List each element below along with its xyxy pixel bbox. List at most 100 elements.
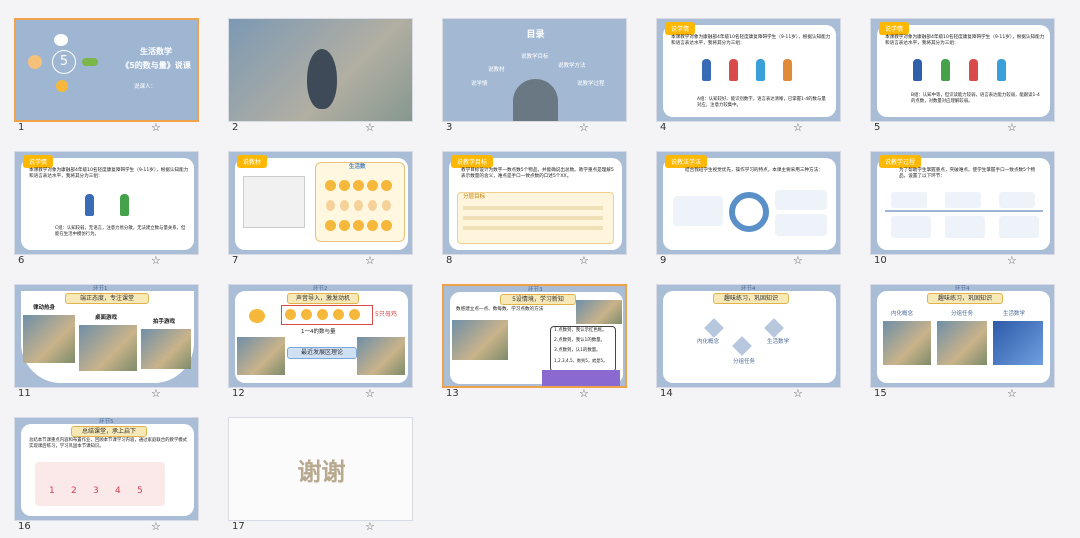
- slide-text: 本课教学对象为康融部4年级10名轻度康复障碍学生（9-11岁），根据认知能力和语…: [671, 35, 831, 46]
- step-title: 声音导入，激发动机: [287, 293, 359, 304]
- star-icon[interactable]: ☆: [365, 121, 375, 134]
- step-line: 1.点数到，我认示红色框。: [554, 328, 607, 333]
- star-icon[interactable]: ☆: [1007, 121, 1017, 134]
- slide-note: A组：认知较好、能识别数字，语言表达清晰，已掌握1-4的数与量对应，注意力较集中…: [697, 97, 826, 108]
- slide-title: 生活数学: [140, 47, 172, 56]
- step-tab: 环节2: [313, 286, 328, 292]
- slide-thumbnail-1[interactable]: 5 生活数学 《5的数与量》说课 说课人： 1 ☆: [14, 18, 199, 136]
- photo-cutout: [307, 49, 337, 109]
- hen-icon: [54, 34, 68, 46]
- step-line: 1,2,3,4,5，数到5，就是5。: [554, 358, 608, 363]
- slide-number: 12: [232, 388, 245, 399]
- slide-thumbnail-16[interactable]: 环节5 总结课堂，承上启下 总结本节课重点内容和布置作业，回顾本节课学习内容，通…: [14, 417, 199, 535]
- star-icon[interactable]: ☆: [1007, 254, 1017, 267]
- star-icon[interactable]: ☆: [579, 121, 589, 134]
- slide-thumbnail-5[interactable]: 说学情 本课教学对象为康融部4年级10名轻度康复障碍学生（9-11岁），根据认知…: [870, 18, 1055, 136]
- section-tag: 说教法学法: [665, 155, 708, 168]
- step-box: [999, 216, 1039, 238]
- egg-icon: [28, 55, 42, 69]
- diagram-label: 分组任务: [733, 359, 756, 365]
- student-figure: [997, 59, 1006, 81]
- photo-label: 桌面游戏: [95, 315, 118, 321]
- star-icon[interactable]: ☆: [365, 254, 375, 267]
- chick-icon: [56, 80, 68, 92]
- slide-thumbnail-6[interactable]: 说学情 本课教学对象为康融部4年级10名轻度康复障碍学生（9-11岁），根据认知…: [14, 151, 199, 269]
- number-digit: 5: [137, 486, 143, 496]
- slide-preview: 说学情 本课教学对象为康融部4年级10名轻度康复障碍学生（9-11岁），根据认知…: [14, 151, 199, 255]
- slide-note: C组：认知较弱，无语言，注意力易分散，无法建立数与量关系，但能在生活中模仿行为。: [55, 226, 186, 237]
- chick-icon: [285, 309, 296, 320]
- step-tab: 环节4: [741, 286, 756, 292]
- star-icon[interactable]: ☆: [579, 254, 589, 267]
- toc-item: 说学情: [471, 81, 488, 87]
- step-title: 趣味练习，巩固知识: [927, 293, 1003, 304]
- student-figure: [783, 59, 792, 81]
- column-label: 生活数学: [1003, 311, 1026, 317]
- slide-thumbnail-2[interactable]: 2 ☆: [228, 18, 413, 136]
- content-card: [663, 291, 836, 383]
- star-icon[interactable]: ☆: [151, 520, 161, 533]
- classroom-photo: [357, 337, 405, 375]
- toc-item: 说教学方法: [558, 63, 586, 69]
- goal-line: [463, 216, 603, 220]
- star-icon[interactable]: ☆: [793, 121, 803, 134]
- classroom-photo: [452, 320, 508, 360]
- star-icon[interactable]: ☆: [365, 387, 375, 400]
- star-icon[interactable]: ☆: [365, 520, 375, 533]
- slide-thumbnail-3[interactable]: 目录 说教学目标 说教学方法 说教材 说教学过程 说学情 3 ☆: [442, 18, 627, 136]
- slide-thumbnail-13[interactable]: 环节3 5设情境，学习新知 数感建立点一点、数每数、学习点数的方法 1.点数到，…: [442, 284, 627, 402]
- slide-thumbnail-10[interactable]: 说教学过程 为了帮助学生掌握重点，突破难点，使学生掌握手口一致点数5个物品，设置…: [870, 151, 1055, 269]
- egg-icon: [340, 200, 349, 211]
- student-figure: [913, 59, 922, 81]
- slide-subtitle: 《5的数与量》说课: [121, 61, 191, 70]
- slide-number: 5: [874, 122, 881, 133]
- slide-thumbnail-14[interactable]: 环节4 趣味练习，巩固知识 内化概念 生活数学 分组任务 14 ☆: [656, 284, 841, 402]
- classroom-photo: [23, 315, 75, 363]
- egg-icon: [382, 200, 391, 211]
- slide-thumbnail-8[interactable]: 说教学目标 教学目标设计为数字一数点数5个物品，并能确说出总数。教学重点是理解5…: [442, 151, 627, 269]
- chick-icon: [381, 180, 392, 191]
- slide-preview: 说教学过程 为了帮助学生掌握重点，突破难点，使学生掌握手口一致点数5个物品，设置…: [870, 151, 1055, 255]
- star-icon[interactable]: ☆: [793, 254, 803, 267]
- chick-icon: [353, 180, 364, 191]
- slide-thumbnail-17[interactable]: 谢谢 17 ☆: [228, 417, 413, 535]
- slide-thumbnail-9[interactable]: 说教法学法 结合我班学生视觉优先，操作学习的特点，本课主要采用三种方法： 9 ☆: [656, 151, 841, 269]
- section-tag: 说教学过程: [879, 155, 922, 168]
- student-figure: [702, 59, 711, 81]
- slide-number: 4: [660, 122, 667, 133]
- classroom-photo: [513, 79, 558, 121]
- slide-preview: 环节3 5设情境，学习新知 数感建立点一点、数每数、学习点数的方法 1.点数到，…: [442, 284, 627, 388]
- star-icon[interactable]: ☆: [151, 121, 161, 134]
- goal-line: [463, 226, 603, 230]
- chick-icon: [381, 220, 392, 231]
- diagram-label: 生活数学: [767, 339, 790, 345]
- slide-thumbnail-11[interactable]: 环节1 端正态度，专注课堂 律动热身 桌面游戏 拍手游戏 11 ☆: [14, 284, 199, 402]
- slide-number: 11: [18, 388, 31, 399]
- classroom-photo: [237, 337, 285, 375]
- slide-thumbnail-12[interactable]: 环节2 声音导入，激发动机 5只母鸡 1一4的数与量 最近发展区理论 12 ☆: [228, 284, 413, 402]
- slide-text: 数感建立点一点、数每数、学习点数的方法: [456, 307, 544, 312]
- slide-preview: [228, 18, 413, 122]
- slide-number: 6: [18, 255, 25, 266]
- slide-thumbnail-15[interactable]: 环节4 趣味练习，巩固知识 内化概念 分组任务 生活数学 15 ☆: [870, 284, 1055, 402]
- photo-label: 律动热身: [33, 305, 56, 311]
- theory-label: 最近发展区理论: [287, 347, 357, 359]
- slide-number: 3: [446, 122, 453, 133]
- slide-thumbnail-7[interactable]: 说教材 生活数 7 ☆: [228, 151, 413, 269]
- star-icon[interactable]: ☆: [151, 387, 161, 400]
- star-icon[interactable]: ☆: [793, 387, 803, 400]
- slide-number: 15: [874, 388, 887, 399]
- classroom-photo: [937, 321, 987, 365]
- section-tag: 说学情: [665, 22, 696, 35]
- slide-thumbnail-4[interactable]: 说学情 本课教学对象为康融部4年级10名轻度康复障碍学生（9-11岁），根据认知…: [656, 18, 841, 136]
- number-digit: 2: [71, 486, 77, 496]
- star-icon[interactable]: ☆: [151, 254, 161, 267]
- textbook-excerpt: [243, 176, 305, 228]
- step-box: [999, 192, 1035, 208]
- slide-number: 17: [232, 521, 245, 532]
- star-icon[interactable]: ☆: [1007, 387, 1017, 400]
- step-title: 端正态度，专注课堂: [65, 293, 149, 304]
- step-line: 2.点数到，我认1的数量。: [554, 338, 605, 343]
- slide-number: 9: [660, 255, 667, 266]
- star-icon[interactable]: ☆: [579, 387, 589, 400]
